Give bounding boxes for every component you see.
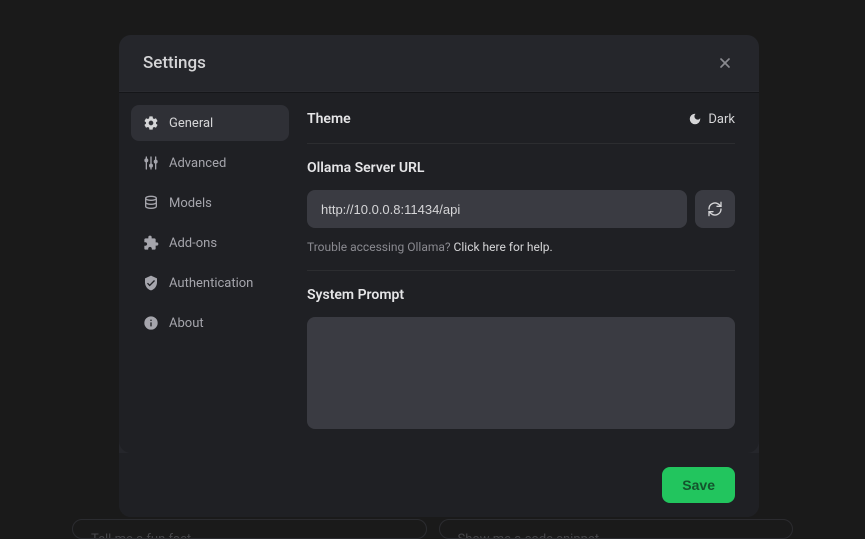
gear-icon [143, 115, 159, 131]
server-url-label: Ollama Server URL [307, 160, 735, 176]
server-help-text: Trouble accessing Ollama? Click here for… [307, 240, 735, 254]
close-button[interactable] [715, 53, 735, 73]
server-url-section: Ollama Server URL Trouble accessing Olla… [307, 160, 735, 271]
sidebar-item-models[interactable]: Models [131, 185, 289, 221]
sidebar-item-general[interactable]: General [131, 105, 289, 141]
save-button[interactable]: Save [662, 467, 735, 503]
theme-value-text: Dark [708, 112, 735, 127]
sidebar-item-about[interactable]: About [131, 305, 289, 341]
refresh-button[interactable] [695, 190, 735, 228]
close-icon [717, 55, 733, 71]
info-icon [143, 315, 159, 331]
database-icon [143, 195, 159, 211]
settings-modal: Settings General Advanced [119, 35, 759, 517]
theme-row: Theme Dark [307, 111, 735, 144]
theme-label: Theme [307, 111, 351, 127]
modal-header: Settings [119, 35, 759, 92]
refresh-icon [707, 201, 723, 217]
server-url-input[interactable] [307, 190, 687, 228]
moon-icon [688, 112, 702, 126]
sidebar-item-authentication[interactable]: Authentication [131, 265, 289, 301]
sidebar-item-label: Add-ons [169, 236, 217, 251]
sidebar-item-advanced[interactable]: Advanced [131, 145, 289, 181]
shield-check-icon [143, 275, 159, 291]
theme-selector[interactable]: Dark [688, 112, 735, 127]
modal-body: General Advanced Models Add-ons [119, 92, 759, 453]
sidebar-item-label: General [169, 116, 213, 131]
suggestion-chip[interactable]: Show me a code snippet [439, 519, 794, 539]
sidebar-item-label: Advanced [169, 156, 226, 171]
sidebar-item-addons[interactable]: Add-ons [131, 225, 289, 261]
sidebar-item-label: Models [169, 196, 212, 211]
settings-sidebar: General Advanced Models Add-ons [119, 93, 295, 453]
puzzle-icon [143, 235, 159, 251]
sidebar-item-label: Authentication [169, 276, 253, 291]
modal-title: Settings [143, 53, 206, 73]
sidebar-item-label: About [169, 316, 204, 331]
system-prompt-label: System Prompt [307, 287, 735, 303]
sliders-icon [143, 155, 159, 171]
settings-content: Theme Dark Ollama Server URL [295, 93, 759, 453]
help-link[interactable]: Click here for help. [454, 240, 553, 254]
system-prompt-section: System Prompt [307, 287, 735, 433]
system-prompt-input[interactable] [307, 317, 735, 429]
suggestion-chip[interactable]: Tell me a fun fact [72, 519, 427, 539]
modal-footer: Save [119, 453, 759, 517]
